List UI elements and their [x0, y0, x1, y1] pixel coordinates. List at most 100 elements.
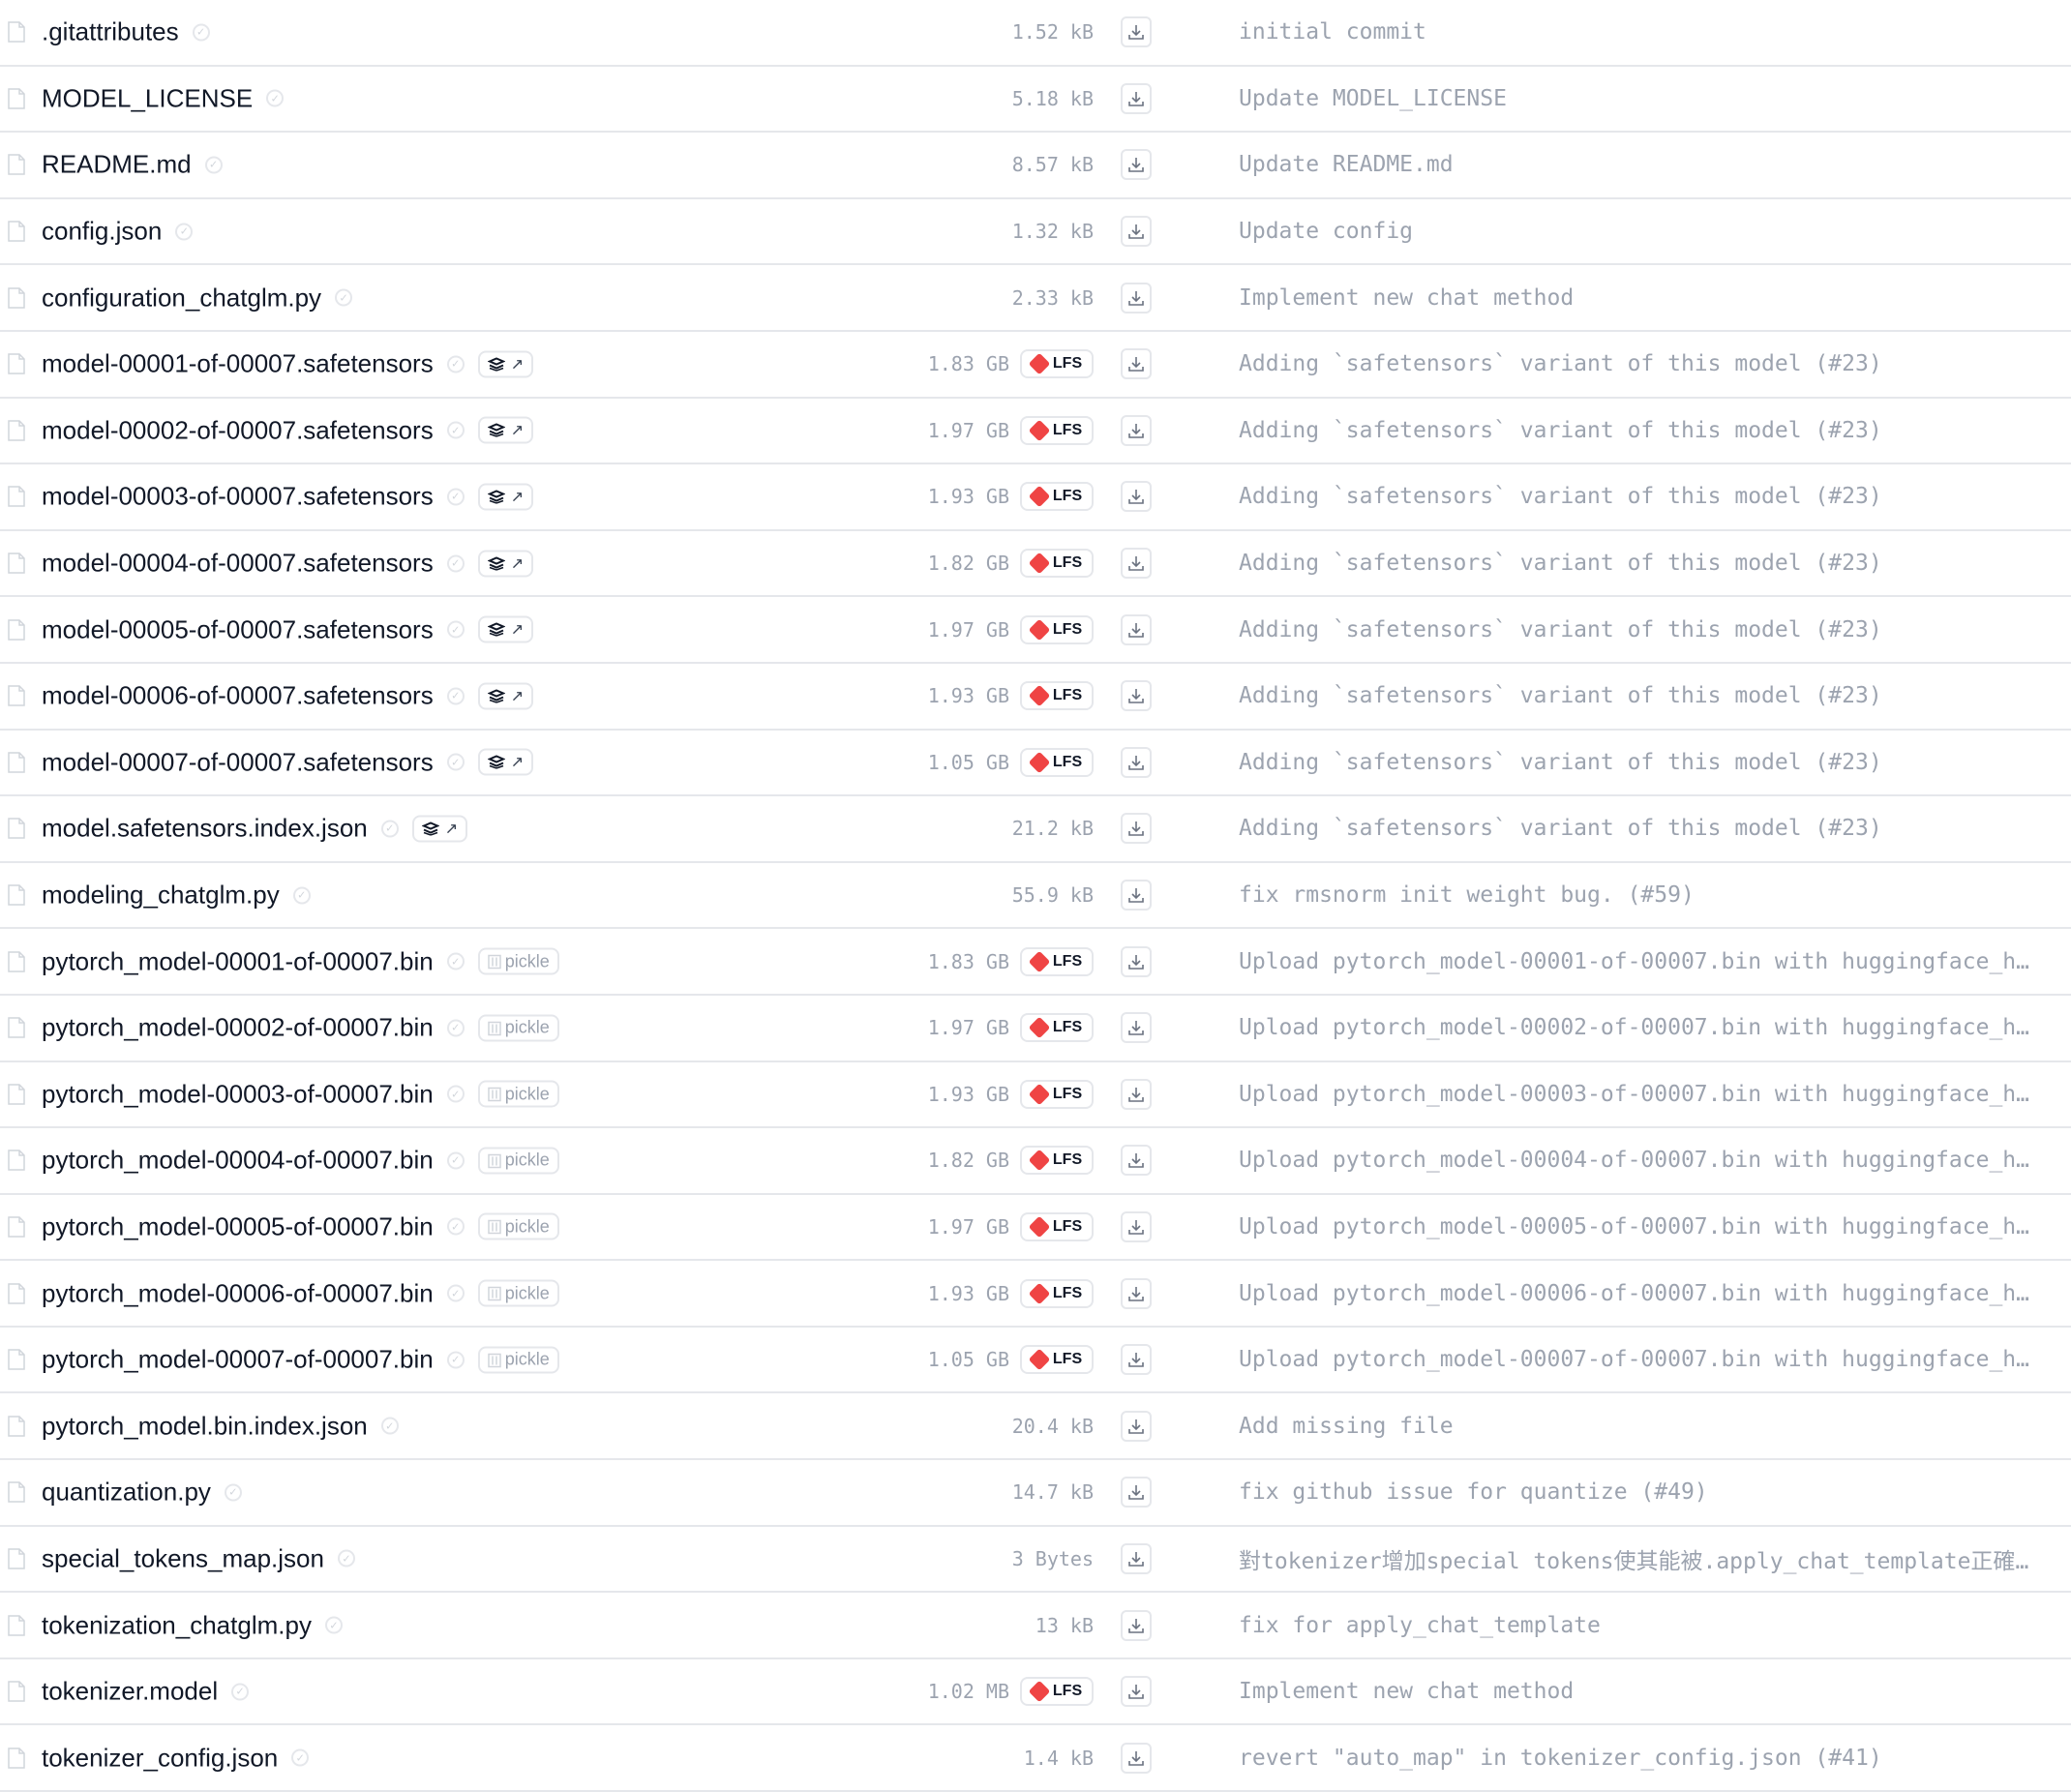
download-button[interactable] — [1121, 880, 1152, 911]
download-button[interactable] — [1121, 1210, 1152, 1242]
commit-message-link[interactable]: fix rmsnorm init weight bug. (#59) — [1239, 882, 2042, 908]
download-button[interactable] — [1121, 16, 1152, 48]
commit-message-link[interactable]: revert "auto_map" in tokenizer_config.js… — [1239, 1746, 2042, 1771]
download-button[interactable] — [1121, 1676, 1152, 1708]
file-name-link[interactable]: modeling_chatglm.py — [42, 881, 280, 911]
download-button[interactable] — [1121, 1012, 1152, 1044]
commit-message-link[interactable]: Implement new chat method — [1239, 1679, 2042, 1704]
file-name-link[interactable]: pytorch_model-00007-of-00007.bin — [42, 1345, 434, 1375]
file-name-link[interactable]: config.json — [42, 217, 162, 247]
file-name-link[interactable]: pytorch_model-00005-of-00007.bin — [42, 1211, 434, 1241]
download-button[interactable] — [1121, 1145, 1152, 1177]
safetensors-badge[interactable]: ↗ — [477, 350, 534, 378]
file-name-link[interactable]: model-00004-of-00007.safetensors — [42, 549, 434, 579]
pickle-badge[interactable]: pickle — [477, 947, 559, 975]
commit-message-link[interactable]: Update README.md — [1239, 152, 2042, 177]
download-button[interactable] — [1121, 1277, 1152, 1309]
download-button[interactable] — [1121, 945, 1152, 977]
commit-message-link[interactable]: fix for apply_chat_template — [1239, 1613, 2042, 1638]
file-name-link[interactable]: model.safetensors.index.json — [42, 814, 368, 844]
file-name-link[interactable]: pytorch_model-00003-of-00007.bin — [42, 1079, 434, 1109]
pickle-badge[interactable]: pickle — [477, 1279, 559, 1307]
pickle-badge[interactable]: pickle — [477, 1147, 559, 1175]
file-name-link[interactable]: model-00002-of-00007.safetensors — [42, 415, 434, 445]
commit-message-link[interactable]: fix github issue for quantize (#49) — [1239, 1479, 2042, 1505]
download-button[interactable] — [1121, 1542, 1152, 1574]
file-name-link[interactable]: special_tokens_map.json — [42, 1543, 324, 1573]
safetensors-badge[interactable]: ↗ — [411, 815, 468, 843]
download-button[interactable] — [1121, 1742, 1152, 1774]
commit-message-link[interactable]: Adding `safetensors` variant of this mod… — [1239, 484, 2042, 509]
safetensors-badge[interactable]: ↗ — [477, 416, 534, 444]
commit-message-link[interactable]: Adding `safetensors` variant of this mod… — [1239, 750, 2042, 775]
pickle-badge[interactable]: pickle — [477, 1346, 559, 1374]
download-button[interactable] — [1121, 746, 1152, 778]
commit-message-link[interactable]: Upload pytorch_model-00002-of-00007.bin … — [1239, 1015, 2042, 1040]
file-name-link[interactable]: quantization.py — [42, 1478, 211, 1508]
file-name-link[interactable]: pytorch_model-00004-of-00007.bin — [42, 1146, 434, 1176]
commit-message-link[interactable]: Adding `safetensors` variant of this mod… — [1239, 816, 2042, 841]
file-name-link[interactable]: tokenizer_config.json — [42, 1743, 278, 1773]
commit-message-link[interactable]: Upload pytorch_model-00001-of-00007.bin … — [1239, 949, 2042, 974]
commit-message-link[interactable]: initial commit — [1239, 19, 2042, 45]
download-button[interactable] — [1121, 1477, 1152, 1508]
commit-message-link[interactable]: Upload pytorch_model-00005-of-00007.bin … — [1239, 1214, 2042, 1239]
lfs-label: LFS — [1052, 1019, 1083, 1036]
file-name-link[interactable]: tokenizer.model — [42, 1677, 218, 1707]
file-size: 1.97 GB — [927, 1214, 1009, 1239]
safetensors-badge[interactable]: ↗ — [477, 682, 534, 710]
file-name-link[interactable]: model-00006-of-00007.safetensors — [42, 681, 434, 711]
download-button[interactable] — [1121, 1344, 1152, 1376]
download-button[interactable] — [1121, 1609, 1152, 1641]
commit-message-link[interactable]: Upload pytorch_model-00003-of-00007.bin … — [1239, 1082, 2042, 1107]
file-name-link[interactable]: README.md — [42, 150, 192, 180]
safetensors-icon — [487, 622, 505, 637]
file-name-link[interactable]: model-00007-of-00007.safetensors — [42, 747, 434, 777]
commit-message-link[interactable]: Implement new chat method — [1239, 285, 2042, 311]
safetensors-badge[interactable]: ↗ — [477, 615, 534, 643]
download-button[interactable] — [1121, 1078, 1152, 1110]
commit-message-link[interactable]: Upload pytorch_model-00004-of-00007.bin … — [1239, 1148, 2042, 1173]
file-name-link[interactable]: model-00001-of-00007.safetensors — [42, 349, 434, 379]
file-name-link[interactable]: pytorch_model.bin.index.json — [42, 1411, 368, 1441]
safetensors-badge[interactable]: ↗ — [477, 550, 534, 578]
download-button[interactable] — [1121, 149, 1152, 181]
download-button[interactable] — [1121, 481, 1152, 513]
file-name-link[interactable]: pytorch_model-00002-of-00007.bin — [42, 1013, 434, 1043]
commit-message-link[interactable]: Adding `safetensors` variant of this mod… — [1239, 418, 2042, 443]
download-button[interactable] — [1121, 282, 1152, 314]
safetensors-badge[interactable]: ↗ — [477, 483, 534, 511]
download-button[interactable] — [1121, 216, 1152, 248]
download-button[interactable] — [1121, 414, 1152, 446]
download-button[interactable] — [1121, 82, 1152, 114]
commit-message-link[interactable]: Upload pytorch_model-00006-of-00007.bin … — [1239, 1281, 2042, 1306]
download-button[interactable] — [1121, 348, 1152, 380]
file-name-link[interactable]: model-00003-of-00007.safetensors — [42, 482, 434, 512]
download-button[interactable] — [1121, 1410, 1152, 1442]
commit-message-link[interactable]: Adding `safetensors` variant of this mod… — [1239, 551, 2042, 576]
file-name-link[interactable]: .gitattributes — [42, 17, 179, 47]
file-name-link[interactable]: pytorch_model-00001-of-00007.bin — [42, 946, 434, 976]
file-name-link[interactable]: MODEL_LICENSE — [42, 83, 253, 113]
pickle-badge[interactable]: pickle — [477, 1212, 559, 1240]
safetensors-badge[interactable]: ↗ — [477, 748, 534, 776]
download-button[interactable] — [1121, 680, 1152, 712]
file-name-link[interactable]: model-00005-of-00007.safetensors — [42, 614, 434, 644]
commit-message-link[interactable]: Add missing file — [1239, 1414, 2042, 1439]
lfs-label: LFS — [1052, 952, 1083, 970]
commit-message-link[interactable]: Upload pytorch_model-00007-of-00007.bin … — [1239, 1347, 2042, 1372]
file-name-link[interactable]: configuration_chatglm.py — [42, 283, 321, 313]
file-name-link[interactable]: tokenization_chatglm.py — [42, 1610, 312, 1640]
commit-message-link[interactable]: Adding `safetensors` variant of this mod… — [1239, 617, 2042, 642]
pickle-badge[interactable]: pickle — [477, 1014, 559, 1042]
pickle-badge[interactable]: pickle — [477, 1080, 559, 1108]
commit-message-link[interactable]: Adding `safetensors` variant of this mod… — [1239, 351, 2042, 376]
file-name-link[interactable]: pytorch_model-00006-of-00007.bin — [42, 1278, 434, 1308]
download-button[interactable] — [1121, 548, 1152, 580]
download-button[interactable] — [1121, 613, 1152, 645]
commit-message-link[interactable]: 對tokenizer增加special tokens使其能被.apply_cha… — [1239, 1542, 2042, 1575]
download-button[interactable] — [1121, 813, 1152, 845]
commit-message-link[interactable]: Adding `safetensors` variant of this mod… — [1239, 683, 2042, 708]
commit-message-link[interactable]: Update config — [1239, 219, 2042, 244]
commit-message-link[interactable]: Update MODEL_LICENSE — [1239, 86, 2042, 111]
